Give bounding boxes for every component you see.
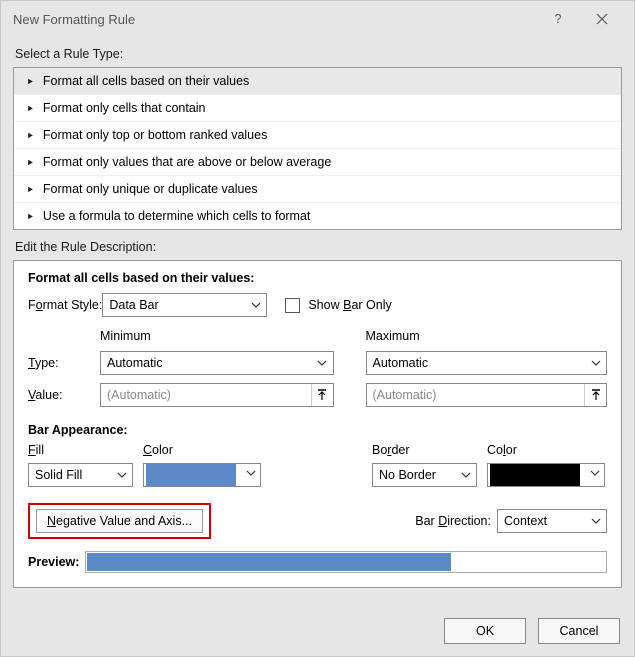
ok-button[interactable]: OK [444,618,526,644]
type-max-value: Automatic [373,356,429,370]
negative-value-axis-label: Negative Value and Axis... [47,514,192,528]
fill-color-select[interactable] [143,463,261,487]
select-rule-type-label: Select a Rule Type: [1,37,634,67]
highlight-annotation: Negative Value and Axis... [28,503,211,539]
rule-type-item[interactable]: ► Format only values that are above or b… [14,149,621,176]
range-picker-icon[interactable] [311,384,333,406]
play-icon: ► [26,76,34,86]
dialog-button-row: OK Cancel [444,618,620,644]
chevron-down-icon [590,467,600,481]
play-icon: ► [26,211,34,221]
border-color-swatch [490,464,580,486]
value-min-placeholder: (Automatic) [107,388,171,402]
rule-type-item[interactable]: ► Format all cells based on their values [14,68,621,95]
type-min-value: Automatic [107,356,163,370]
border-label: Border [372,443,487,457]
chevron-down-icon [246,467,256,481]
description-heading: Format all cells based on their values: [28,271,607,285]
chevron-down-icon [114,467,128,483]
rule-type-text: Format only unique or duplicate values [43,182,258,196]
dialog-title: New Formatting Rule [13,12,536,27]
play-icon: ► [26,184,34,194]
edit-description-label: Edit the Rule Description: [1,230,634,260]
chevron-down-icon [588,355,602,371]
fill-select[interactable]: Solid Fill [28,463,133,487]
show-bar-only-label: Show Bar Only [308,298,391,312]
rule-type-text: Use a formula to determine which cells t… [43,209,310,223]
rule-type-item[interactable]: ► Format only unique or duplicate values [14,176,621,203]
type-min-select[interactable]: Automatic [100,351,334,375]
rule-type-text: Format only values that are above or bel… [43,155,331,169]
chevron-down-icon [248,297,262,313]
play-icon: ► [26,103,34,113]
play-icon: ► [26,157,34,167]
rule-type-text: Format only top or bottom ranked values [43,128,267,142]
fill-color-label: Color [143,443,283,457]
type-max-select[interactable]: Automatic [366,351,608,375]
border-select[interactable]: No Border [372,463,477,487]
preview-bar [85,551,607,573]
rule-type-text: Format only cells that contain [43,101,206,115]
rule-type-text: Format all cells based on their values [43,74,249,88]
ok-label: OK [476,624,494,638]
rule-type-item[interactable]: ► Format only cells that contain [14,95,621,122]
rule-type-list: ► Format all cells based on their values… [13,67,622,230]
show-bar-only-checkbox[interactable] [285,298,300,313]
value-min-input[interactable]: (Automatic) [100,383,334,407]
help-button[interactable]: ? [536,4,580,34]
minimum-heading: Minimum [100,329,342,343]
negative-value-axis-button[interactable]: Negative Value and Axis... [36,509,203,533]
cancel-label: Cancel [560,624,599,638]
preview-label: Preview: [28,555,79,569]
rule-description-panel: Format all cells based on their values: … [13,260,622,588]
preview-bar-fill [87,553,451,571]
fill-label: Fill [28,443,143,457]
close-button[interactable] [580,4,624,34]
value-max-placeholder: (Automatic) [373,388,437,402]
border-color-label: Color [487,443,607,457]
bar-direction-select[interactable]: Context [497,509,607,533]
format-style-label: Format Style: [28,298,102,312]
value-max-input[interactable]: (Automatic) [366,383,608,407]
chevron-down-icon [315,355,329,371]
titlebar: New Formatting Rule ? [1,1,634,37]
format-style-select[interactable]: Data Bar [102,293,267,317]
chevron-down-icon [588,513,602,529]
value-label: Value: [28,388,100,402]
fill-color-swatch [146,464,236,486]
rule-type-item[interactable]: ► Format only top or bottom ranked value… [14,122,621,149]
cancel-button[interactable]: Cancel [538,618,620,644]
type-label: Type: [28,356,100,370]
play-icon: ► [26,130,34,140]
bar-direction-value: Context [504,514,547,528]
maximum-heading: Maximum [366,329,608,343]
chevron-down-icon [458,467,472,483]
range-picker-icon[interactable] [584,384,606,406]
rule-type-item[interactable]: ► Use a formula to determine which cells… [14,203,621,229]
format-style-value: Data Bar [109,298,158,312]
border-value: No Border [379,468,436,482]
close-icon [596,13,608,25]
fill-value: Solid Fill [35,468,82,482]
bar-appearance-heading: Bar Appearance: [28,423,607,437]
bar-direction-label: Bar Direction: [415,514,491,528]
border-color-select[interactable] [487,463,605,487]
help-icon: ? [555,12,562,26]
